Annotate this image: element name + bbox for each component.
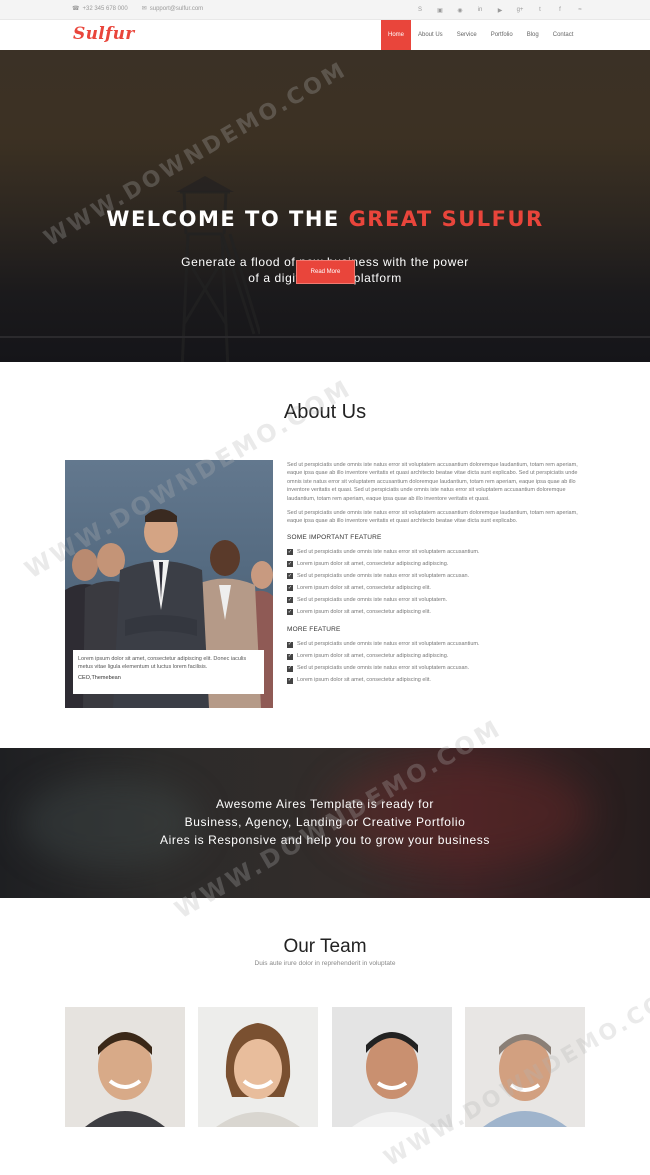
feature-text: Lorem ipsum dolor sit amet, consectetur … bbox=[297, 677, 431, 684]
promo-line-3: Aires is Responsive and help you to grow… bbox=[160, 833, 490, 847]
feature-item: ✓ Lorem ipsum dolor sit amet, consectetur… bbox=[287, 675, 583, 687]
testimonial-text: Lorem ipsum dolor sit amet, consectetur … bbox=[78, 656, 247, 670]
about-paragraph-2: Sed ut perspiciatis unde omnis iste natu… bbox=[287, 510, 578, 525]
email-contact[interactable]: ✉ support@sulfur.com bbox=[141, 5, 203, 13]
read-more-button[interactable]: Read More bbox=[296, 260, 355, 284]
about-title: About Us bbox=[283, 401, 367, 423]
contact-info: ☎ +32 345 678 000 ✉ support@sulfur.com bbox=[72, 5, 203, 13]
horizon-line bbox=[0, 336, 650, 338]
checkbox-icon: ✓ bbox=[287, 549, 293, 556]
hero-title: WELCOME TO THE GREAT SULFUR bbox=[0, 207, 650, 231]
nav-item-portfolio[interactable]: Portfolio bbox=[484, 20, 520, 50]
checkbox-icon: ✓ bbox=[287, 597, 293, 604]
team-member-portrait bbox=[65, 1007, 185, 1127]
promo-line-1: Awesome Aires Template is ready for bbox=[216, 797, 434, 811]
team-subtitle: Duis aute irure dolor in reprehenderit i… bbox=[254, 960, 396, 967]
feature-heading-more: MORE FEATURE bbox=[287, 626, 341, 634]
feature-item: ✓ Sed ut perspiciatis unde omnis iste nat… bbox=[287, 594, 583, 606]
more-feature-list: ✓ Sed ut perspiciatis unde omnis iste nat… bbox=[287, 639, 583, 687]
feature-item: ✓ Lorem ipsum dolor sit amet, consectetur… bbox=[287, 558, 583, 570]
nav-item-about-us[interactable]: About Us bbox=[411, 20, 450, 50]
feature-text: Lorem ipsum dolor sit amet, consectetur … bbox=[297, 585, 431, 592]
team-member-photo[interactable] bbox=[65, 1007, 185, 1127]
nav-menu: Home About Us Service Portfolio Blog Con… bbox=[381, 20, 580, 50]
twitter-icon[interactable]: t bbox=[530, 0, 550, 20]
rss-icon[interactable]: ≈ bbox=[570, 0, 590, 20]
team-member-photo[interactable] bbox=[465, 1007, 585, 1127]
important-feature-list: ✓ Sed ut perspiciatis unde omnis iste nat… bbox=[287, 546, 583, 618]
checkbox-icon: ✓ bbox=[287, 561, 293, 568]
about-content: Sed ut perspiciatis unde omnis iste natu… bbox=[287, 461, 583, 687]
feature-item: ✓ Lorem ipsum dolor sit amet, consectetur… bbox=[287, 582, 583, 594]
feature-text: Lorem ipsum dolor sit amet, consectetur … bbox=[297, 653, 449, 660]
promo-line-2: Business, Agency, Landing or Creative Po… bbox=[184, 815, 466, 829]
feature-item: ✓ Sed ut perspiciatis unde omnis iste nat… bbox=[287, 570, 583, 582]
checkbox-icon: ✓ bbox=[287, 585, 293, 592]
dribbble-icon[interactable]: ◉ bbox=[450, 0, 470, 20]
testimonial-quote-box: Lorem ipsum dolor sit amet, consectetur … bbox=[73, 650, 264, 694]
feature-text: Sed ut perspiciatis unde omnis iste natu… bbox=[297, 641, 480, 648]
main-navbar: Sulfur Home About Us Service Portfolio B… bbox=[0, 20, 650, 50]
team-member-portrait bbox=[465, 1007, 585, 1127]
nav-item-blog[interactable]: Blog bbox=[520, 20, 546, 50]
email-address[interactable]: support@sulfur.com bbox=[150, 6, 203, 12]
feature-text: Sed ut perspiciatis unde omnis iste natu… bbox=[297, 573, 470, 580]
hero-section: WELCOME TO THE GREAT SULFUR Generate a f… bbox=[0, 50, 650, 362]
checkbox-icon: ✓ bbox=[287, 677, 293, 684]
team-member-portrait bbox=[332, 1007, 452, 1127]
phone-icon: ☎ bbox=[72, 6, 80, 12]
linkedin-icon[interactable]: in bbox=[470, 0, 490, 20]
google-plus-icon[interactable]: g+ bbox=[510, 0, 530, 20]
nav-item-contact[interactable]: Contact bbox=[546, 20, 581, 50]
feature-text: Sed ut perspiciatis unde omnis iste natu… bbox=[297, 597, 448, 604]
checkbox-icon: ✓ bbox=[287, 641, 293, 648]
feature-item: ✓ Lorem ipsum dolor sit amet, consectetur… bbox=[287, 606, 583, 618]
team-member-photo[interactable] bbox=[332, 1007, 452, 1127]
mail-icon: ✉ bbox=[141, 6, 147, 12]
phone-number: +32 345 678 000 bbox=[82, 5, 128, 12]
checkbox-icon: ✓ bbox=[287, 609, 293, 616]
nav-item-home[interactable]: Home bbox=[381, 20, 411, 50]
feature-text: Sed ut perspiciatis unde omnis iste natu… bbox=[297, 665, 470, 672]
skype-icon[interactable]: S bbox=[410, 0, 430, 20]
team-member-photo[interactable] bbox=[198, 1007, 318, 1127]
hero-title-prefix: WELCOME TO THE bbox=[106, 207, 340, 231]
facebook-icon[interactable]: f bbox=[550, 0, 570, 20]
feature-item: ✓ Sed ut perspiciatis unde omnis iste nat… bbox=[287, 546, 583, 558]
site-logo[interactable]: Sulfur bbox=[73, 24, 135, 44]
feature-text: Lorem ipsum dolor sit amet, consectetur … bbox=[297, 609, 431, 616]
feature-item: ✓ Sed ut perspiciatis unde omnis iste nat… bbox=[287, 663, 583, 675]
team-title: Our Team bbox=[283, 936, 367, 957]
checkbox-icon: ✓ bbox=[287, 653, 293, 660]
nav-item-service[interactable]: Service bbox=[450, 20, 484, 50]
youtube-icon[interactable]: ▶ bbox=[490, 0, 510, 20]
about-paragraph-1: Sed ut perspiciatis unde omnis iste natu… bbox=[287, 462, 578, 502]
testimonial-author: CEO,Themebean bbox=[78, 675, 121, 681]
checkbox-icon: ✓ bbox=[287, 665, 293, 672]
hero-title-highlight: GREAT SULFUR bbox=[348, 207, 544, 231]
feature-text: Sed ut perspiciatis unde omnis iste natu… bbox=[297, 549, 480, 556]
instagram-icon[interactable]: ▣ bbox=[430, 0, 450, 20]
top-contact-bar: ☎ +32 345 678 000 ✉ support@sulfur.com S… bbox=[0, 0, 650, 20]
checkbox-icon: ✓ bbox=[287, 573, 293, 580]
phone-contact: ☎ +32 345 678 000 bbox=[72, 5, 128, 13]
social-links: S ▣ ◉ in ▶ g+ t f ≈ bbox=[410, 0, 590, 20]
feature-item: ✓ Lorem ipsum dolor sit amet, consectetur… bbox=[287, 651, 583, 663]
promo-text: Awesome Aires Template is ready for Busi… bbox=[0, 795, 650, 849]
feature-item: ✓ Sed ut perspiciatis unde omnis iste nat… bbox=[287, 639, 583, 651]
feature-text: Lorem ipsum dolor sit amet, consectetur … bbox=[297, 561, 449, 568]
feature-heading-important: SOME IMPORTANT FEATURE bbox=[287, 533, 382, 541]
team-member-portrait bbox=[198, 1007, 318, 1127]
